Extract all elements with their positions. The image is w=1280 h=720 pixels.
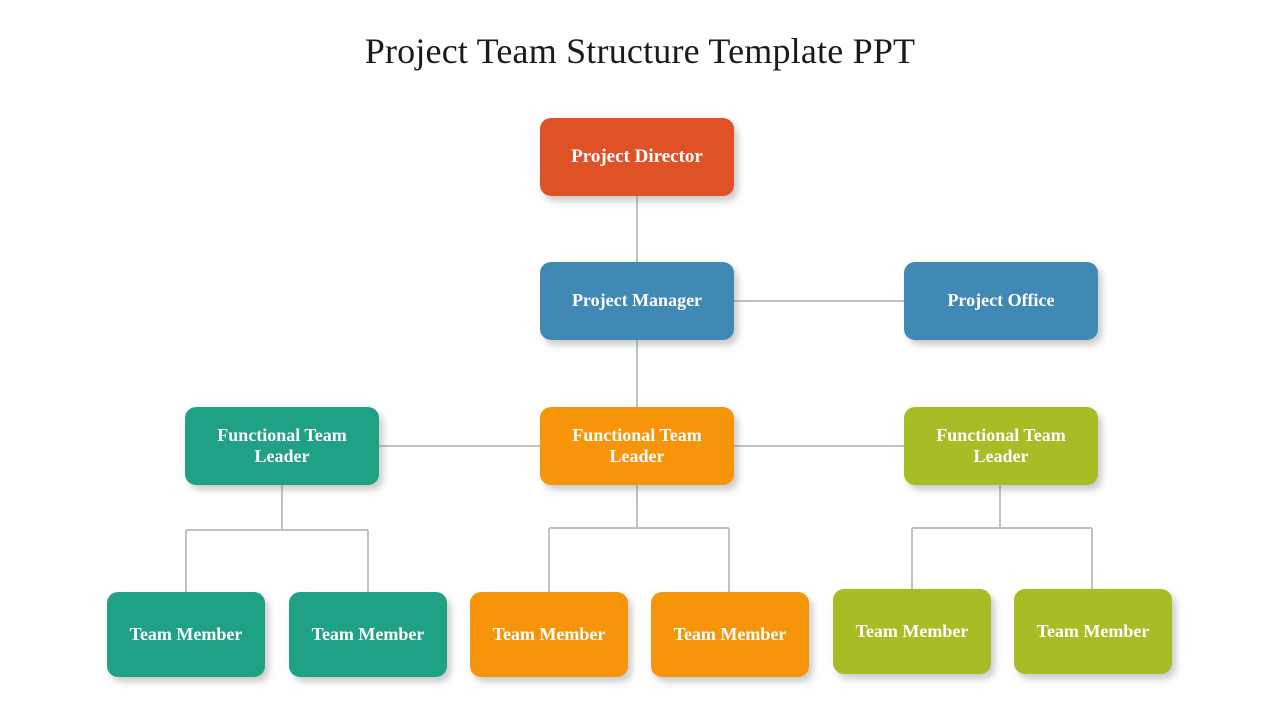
node-label: Project Director xyxy=(571,145,703,167)
node-label: Team Member xyxy=(1036,620,1150,641)
node-team-member-olive-2[interactable]: Team Member xyxy=(1014,589,1172,674)
node-label: Team Member xyxy=(855,620,969,641)
node-team-member-teal-1[interactable]: Team Member xyxy=(107,592,265,677)
slide-canvas: Project Team Structure Template PPT Proj… xyxy=(0,0,1280,720)
node-label: Team Member xyxy=(311,623,425,644)
node-label: Team Member xyxy=(673,623,787,644)
node-team-member-orange-1[interactable]: Team Member xyxy=(470,592,628,677)
node-team-member-olive-1[interactable]: Team Member xyxy=(833,589,991,674)
page-title: Project Team Structure Template PPT xyxy=(364,31,916,71)
node-label: Project Manager xyxy=(571,290,703,311)
node-functional-team-leader-right[interactable]: Functional Team Leader xyxy=(904,407,1098,485)
node-project-manager[interactable]: Project Manager xyxy=(540,262,734,340)
node-label: Team Member xyxy=(129,623,243,644)
node-label: Functional Team Leader xyxy=(936,424,1066,466)
node-team-member-teal-2[interactable]: Team Member xyxy=(289,592,447,677)
node-label: Functional Team Leader xyxy=(217,424,347,466)
node-functional-team-leader-center[interactable]: Functional Team Leader xyxy=(540,407,734,485)
node-label: Team Member xyxy=(492,623,606,644)
node-functional-team-leader-left[interactable]: Functional Team Leader xyxy=(185,407,379,485)
node-label: Project Office xyxy=(947,290,1055,311)
node-project-office[interactable]: Project Office xyxy=(904,262,1098,340)
node-label: Functional Team Leader xyxy=(572,424,702,466)
node-team-member-orange-2[interactable]: Team Member xyxy=(651,592,809,677)
node-project-director[interactable]: Project Director xyxy=(540,118,734,196)
